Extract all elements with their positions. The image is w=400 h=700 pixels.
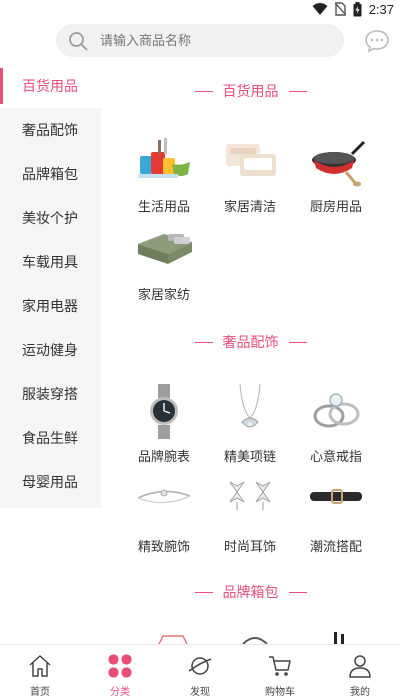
sidebar-item-sports[interactable]: 运动健身 (0, 328, 101, 372)
product-tile[interactable]: 家居家纺 (119, 222, 209, 312)
product-tile[interactable]: 潮流搭配 (291, 474, 381, 564)
tissue-pack-icon (226, 144, 276, 176)
product-tile[interactable]: 品牌腕表 (119, 384, 209, 474)
section-title-label: 百货用品 (222, 84, 279, 100)
section-title-label: 奢品配饰 (222, 335, 279, 351)
battery-icon (353, 1, 362, 16)
belt-icon (310, 489, 362, 504)
product-tile[interactable]: 精致腕饰 (119, 474, 209, 564)
search-header (0, 18, 400, 64)
section-title-label: 品牌箱包 (222, 585, 279, 601)
product-label: 心意戒指 (309, 450, 362, 465)
search-box[interactable] (56, 24, 344, 57)
product-label: 家居清洁 (223, 200, 276, 215)
sidebar-item-brand-bags[interactable]: 品牌箱包 (0, 152, 101, 196)
nav-label: 我的 (350, 687, 370, 698)
nav-label: 首页 (30, 687, 50, 698)
category-sidebar: 百货用品 奢品配饰 品牌箱包 美妆个护 车载用具 家用电器 运动健身 服装穿搭 … (0, 64, 101, 508)
search-icon (69, 32, 88, 51)
nav-label: 发现 (190, 687, 210, 698)
product-tile[interactable]: 家居清洁 (205, 134, 295, 224)
cart-icon (269, 656, 291, 676)
sidebar-item-department-store[interactable]: 百货用品 (0, 64, 101, 108)
product-label: 品牌腕表 (137, 450, 190, 465)
status-icons: 2:37 (312, 1, 394, 17)
product-tile[interactable]: 厨房用品 (291, 134, 381, 224)
sidebar-item-luxury-accessories[interactable]: 奢品配饰 (0, 108, 101, 152)
bottom-nav: 首页 分类 发现 购物车 我的 (0, 644, 400, 700)
product-label: 潮流搭配 (309, 540, 362, 555)
nav-profile[interactable]: 我的 (320, 645, 400, 700)
user-icon (349, 655, 371, 678)
wifi-icon (312, 3, 328, 15)
message-icon[interactable] (364, 28, 390, 54)
sidebar-item-baby[interactable]: 母婴用品 (0, 460, 101, 504)
nav-discover[interactable]: 发现 (160, 645, 240, 700)
product-label: 生活用品 (137, 200, 190, 215)
nav-label: 分类 (110, 687, 130, 698)
sidebar-item-beauty[interactable]: 美妆个护 (0, 196, 101, 240)
sidebar-item-apparel[interactable]: 服装穿搭 (0, 372, 101, 416)
section-title: 奢品配饰 (101, 332, 400, 352)
product-label: 精美项链 (223, 450, 276, 465)
bedding-icon (138, 234, 192, 264)
sidebar-item-appliances[interactable]: 家用电器 (0, 284, 101, 328)
search-input[interactable] (100, 24, 330, 57)
nav-category[interactable]: 分类 (80, 645, 160, 700)
status-bar: 2:37 (0, 0, 400, 18)
product-tile[interactable]: 生活用品 (119, 134, 209, 224)
nav-home[interactable]: 首页 (0, 645, 80, 700)
product-label: 厨房用品 (309, 200, 362, 215)
cookware-icon (312, 140, 366, 187)
bracelet-icon (137, 489, 191, 504)
section-title: 百货用品 (101, 81, 400, 101)
category-content: 百货用品 生活用品 家居清洁 厨房用品 家居家纺 奢品配饰 品牌腕表 精美项链 … (101, 64, 400, 644)
no-sim-icon (334, 2, 346, 16)
bags-preview (158, 632, 344, 644)
necklace-icon (239, 384, 261, 428)
nav-cart[interactable]: 购物车 (240, 645, 320, 700)
home-icon (29, 655, 51, 677)
rings-icon (313, 393, 360, 428)
category-icon (108, 654, 132, 678)
product-tile[interactable]: 时尚耳饰 (205, 474, 295, 564)
sidebar-item-food[interactable]: 食品生鲜 (0, 416, 101, 460)
sidebar-item-car-supplies[interactable]: 车载用具 (0, 240, 101, 284)
product-label: 精致腕饰 (137, 540, 190, 555)
nav-label: 购物车 (265, 687, 295, 698)
product-tile[interactable]: 精美项链 (205, 384, 295, 474)
status-time: 2:37 (368, 1, 394, 17)
product-label: 时尚耳饰 (223, 540, 276, 555)
product-tile[interactable]: 心意戒指 (291, 384, 381, 474)
earrings-icon (229, 481, 271, 510)
cups-bowls-icon (138, 138, 190, 178)
product-label: 家居家纺 (137, 288, 190, 303)
planet-icon (188, 657, 212, 675)
section-title: 品牌箱包 (101, 582, 400, 602)
watch-icon (150, 384, 178, 439)
